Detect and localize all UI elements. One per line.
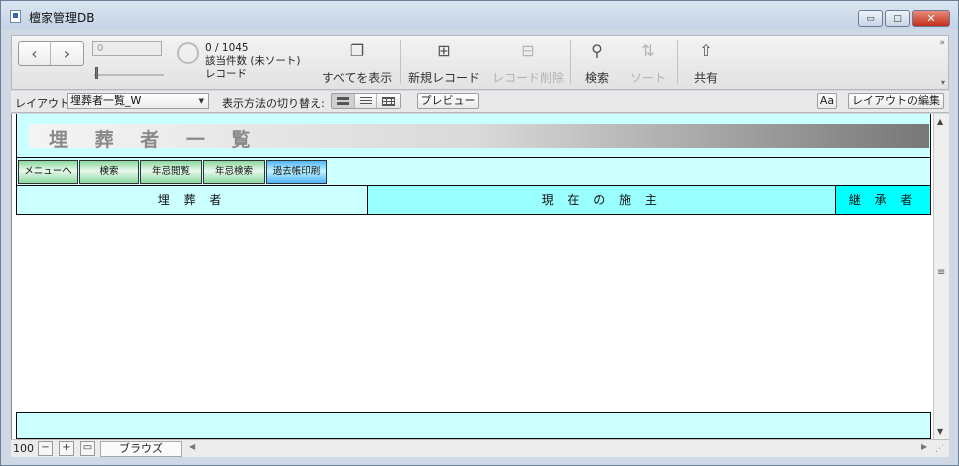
sort-icon: ⇅ [641,41,655,60]
preview-button[interactable]: プレビュー [417,93,479,109]
previous-record-button[interactable]: ‹ [19,42,52,65]
record-navigation: ‹ › [18,41,84,66]
current-record-input[interactable]: 0 [92,41,162,56]
title-bar: 檀家管理DB ▭ □ ✕ [1,1,958,29]
memorial-search-button[interactable]: 年忌検索 [203,160,265,184]
resize-grip-icon[interactable]: ⋰ [935,444,944,454]
status-bar: 100 − + ▭ ブラウズ ◀ ▶ ⋰ [11,439,949,457]
zoom-level[interactable]: 100 [13,442,34,455]
print-register-button[interactable]: 過去帳印刷 [266,160,327,184]
found-count: 0 / 1045 [205,42,249,54]
scroll-grip-icon[interactable]: ≡ [937,267,945,278]
close-icon: ✕ [926,12,936,25]
layout-select-value: 埋葬者一覧_W [70,94,142,107]
chevron-left-icon: ‹ [31,44,38,63]
toolbar-expand-icon[interactable]: ▾ [941,78,945,87]
found-set-pie-icon [177,42,199,64]
share-button[interactable]: ⇧ 共有 [686,36,726,89]
column-header-row: 埋 葬 者 現 在 の 施 主 継 承 者 [16,186,931,215]
layout-select[interactable]: 埋葬者一覧_W ▼ [67,93,209,109]
scroll-left-icon[interactable]: ◀ [189,442,195,451]
text-format-button[interactable]: Aa [817,93,837,109]
maximize-button[interactable]: □ [885,10,910,27]
zoom-in-icon: + [62,442,71,453]
toolbar-divider [570,40,571,84]
layout-bar: レイアウト: 埋葬者一覧_W ▼ 表示方法の切り替え: プレビュー Aa レイア… [11,91,949,113]
record-count: 0 / 1045 該当件数 (未ソート) レコード [205,42,301,81]
minimize-button[interactable]: ▭ [858,10,883,27]
toolbar-divider [677,40,678,84]
toggle-status-toolbar-button[interactable]: ▭ [80,441,95,456]
scroll-down-icon[interactable]: ▼ [937,427,943,436]
app-window: 檀家管理DB ▭ □ ✕ ‹ › 0 0 / 1045 該当件数 (未ソート) … [0,0,959,466]
header-part: 埋 葬 者 一 覧 [16,114,931,158]
show-all-button[interactable]: ❐ すべてを表示 [318,36,396,89]
maximize-icon: □ [893,13,902,24]
add-record-icon: ⊞ [437,41,451,60]
title-banner: 埋 葬 者 一 覧 [29,124,929,151]
toolbar-overflow-icon[interactable]: » [939,38,945,48]
toolbar-toggle-icon: ▭ [82,442,93,453]
record-slider-thumb[interactable] [95,67,98,79]
share-label: 共有 [693,71,718,85]
table-view-button[interactable] [377,94,400,108]
search-button[interactable]: 検索 [79,160,139,184]
table-view-icon [382,96,396,106]
minimize-icon: ▭ [866,13,875,24]
status-toolbar: ‹ › 0 0 / 1045 該当件数 (未ソート) レコード ❐ すべてを表示… [11,35,949,90]
delete-record-label: レコード削除 [491,71,564,85]
vertical-scrollbar[interactable]: ▲ ≡ ▼ [933,114,949,439]
find-label: 検索 [584,71,609,85]
new-record-label: 新規レコード [407,71,480,85]
mode-indicator[interactable]: ブラウズ [100,441,182,457]
view-switcher [331,93,401,109]
record-label: レコード [205,68,247,80]
zoom-out-button[interactable]: − [38,441,53,456]
column-header-burial: 埋 葬 者 [17,186,369,214]
view-switch-label: 表示方法の切り替え: [222,97,325,110]
form-view-icon [336,97,349,105]
share-icon: ⇧ [699,41,713,60]
layout-label: レイアウト: [15,97,74,110]
layout-content: 埋 葬 者 一 覧 メニューへ 検索 年忌閲覧 年忌検索 過去帳印刷 埋 葬 者… [11,114,933,439]
list-view-button[interactable] [354,94,378,108]
zoom-out-icon: − [41,442,50,453]
chevron-right-icon: › [63,44,71,63]
column-header-current-owner: 現 在 の 施 主 [368,186,837,214]
edit-layout-button[interactable]: レイアウトの編集 [848,93,944,109]
window-controls: ▭ □ ✕ [858,10,950,27]
column-header-successor: 継 承 者 [836,186,930,214]
scroll-right-icon[interactable]: ▶ [921,442,927,451]
zoom-in-button[interactable]: + [59,441,74,456]
show-all-label: すべてを表示 [321,71,393,85]
found-detail: 該当件数 (未ソート) [205,55,301,67]
next-record-button[interactable]: › [51,42,83,65]
page-title: 埋 葬 者 一 覧 [49,129,261,151]
find-button[interactable]: ⚲ 検索 [576,36,618,89]
chevron-down-icon: ▼ [198,97,204,105]
window-title: 檀家管理DB [29,11,95,25]
delete-record-button[interactable]: ⊟ レコード削除 [490,36,566,89]
toolbar-divider [400,40,401,84]
footer-part [16,412,931,439]
show-all-icon: ❐ [349,41,365,60]
delete-record-icon: ⊟ [521,41,535,60]
memorial-view-button[interactable]: 年忌閲覧 [140,160,202,184]
sort-button[interactable]: ⇅ ソート [626,36,670,89]
close-button[interactable]: ✕ [912,10,950,27]
layout-button-row: メニューへ 検索 年忌閲覧 年忌検索 過去帳印刷 [16,158,931,186]
app-icon [10,10,21,23]
form-view-button[interactable] [332,94,355,108]
record-slider-track[interactable] [94,74,164,76]
new-record-button[interactable]: ⊞ 新規レコード [406,36,482,89]
sort-label: ソート [629,71,666,85]
scroll-up-icon[interactable]: ▲ [937,117,943,126]
list-view-icon [359,96,372,106]
menu-button[interactable]: メニューへ [18,160,78,184]
search-icon: ⚲ [591,41,603,60]
